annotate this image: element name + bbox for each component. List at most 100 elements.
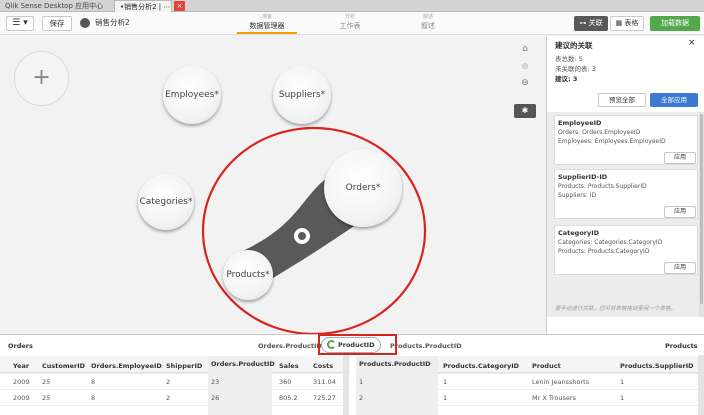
table-cell: 1: [443, 394, 448, 402]
tables-view-button[interactable]: ▦ 表格: [610, 16, 644, 31]
suggestion-card: SupplierID-ID Products: Products.Supplie…: [554, 169, 698, 219]
key-highlight-box: [318, 334, 397, 355]
tables-label: 表格: [624, 19, 639, 27]
table-cell: 2009: [13, 394, 30, 402]
left-table-scrollbar[interactable]: [343, 355, 349, 415]
right-table-scrollbar[interactable]: [698, 355, 704, 415]
table-cell: 25: [42, 378, 51, 386]
home-icon[interactable]: ⌂: [518, 42, 532, 56]
table-bubble-employees[interactable]: Employees*: [163, 66, 221, 124]
recommendations-icon[interactable]: ✱: [514, 104, 536, 118]
row-divider: [0, 373, 343, 374]
preview-right-table: Products: [665, 342, 698, 350]
panel-hint: 要手动进行关联，您可将表格拖动至另一个表格。: [555, 306, 677, 312]
association-canvas[interactable]: + Employees* Suppliers* Categories* Orde…: [0, 36, 545, 334]
nav-story-small: 叙述: [422, 14, 433, 20]
preview-all-button[interactable]: 预览全部: [598, 93, 646, 107]
table-cell: 2: [359, 394, 364, 402]
app-toolbar: ☰ ▾ 保存 销售分析2 准备 数据管理器 分析 工作表 叙述 叙述 ⊶ 关联 …: [0, 12, 704, 35]
row-divider: [356, 389, 698, 390]
preview-right-key: Products.ProductID: [390, 342, 462, 350]
associations-view-button[interactable]: ⊶ 关联: [574, 16, 608, 31]
suggestion-line: Categories: Categories.CategoryID: [558, 239, 663, 246]
add-data-button[interactable]: +: [14, 51, 69, 106]
table-cell: 8: [91, 394, 96, 402]
browser-tab-bar: Qlik Sense Desktop 应用中心 •销售分析2 | ⋯ ×: [0, 0, 704, 12]
suggestion-card: CategoryID Categories: Categories.Catego…: [554, 225, 698, 275]
close-icon[interactable]: ×: [174, 1, 185, 11]
association-links: [201, 126, 427, 334]
preview-left-table: Orders: [8, 342, 33, 350]
nav-story-label: 叙述: [421, 22, 435, 30]
table-bubble-label: Orders*: [345, 183, 381, 193]
table-cell: 25: [42, 394, 51, 402]
nav-analyze-small: 分析: [344, 14, 355, 20]
zoom-in-icon[interactable]: ⊕: [518, 60, 532, 74]
table-cell: Mr X Trousers: [532, 394, 576, 402]
table-cell: 8: [91, 378, 96, 386]
apply-button[interactable]: 应用: [664, 206, 696, 218]
stat-total-tables: 表总数: 5: [555, 55, 583, 63]
suggestion-line: Products: Products.SupplierID: [558, 183, 647, 190]
nav-prepare[interactable]: 准备 数据管理器: [237, 14, 297, 34]
link-icon: ⊶: [579, 19, 589, 27]
stat-suggestions: 建议: 3: [555, 75, 578, 83]
column-header: Year: [13, 362, 30, 370]
table-cell: 2: [166, 378, 171, 386]
table-cell: 311.04: [313, 378, 336, 386]
link-node: [298, 232, 306, 240]
panel-scrollbar-thumb[interactable]: [700, 114, 703, 304]
table-cell: 23: [211, 378, 220, 386]
nav-analyze[interactable]: 分析 工作表: [320, 14, 380, 34]
suggestion-title: CategoryID: [558, 229, 600, 237]
zoom-out-icon[interactable]: ⊖: [518, 76, 532, 90]
stat-unassociated: 未关联的表: 3: [555, 65, 596, 73]
column-header: Orders.EmployeeID: [91, 362, 162, 370]
tab-app[interactable]: •销售分析2 | ⋯: [114, 0, 172, 12]
table-cell: 1: [620, 394, 625, 402]
preview-left-key: Orders.ProductID: [258, 342, 322, 350]
tab-hub[interactable]: Qlik Sense Desktop 应用中心: [0, 0, 113, 12]
table-bubble-suppliers[interactable]: Suppliers*: [273, 66, 331, 124]
column-header: Costs: [313, 362, 334, 370]
table-cell: 26: [211, 394, 220, 402]
table-cell: 2009: [13, 378, 30, 386]
column-header: Products.ProductID: [359, 360, 431, 368]
column-header: Sales: [279, 362, 299, 370]
table-bubble-products[interactable]: Products*: [223, 250, 273, 300]
nav-analyze-label: 工作表: [339, 22, 361, 30]
table-bubble-label: Categories*: [139, 197, 193, 207]
app-name: 销售分析2: [95, 18, 130, 27]
nav-story[interactable]: 叙述 叙述: [398, 14, 458, 34]
column-header: Products.CategoryID: [443, 362, 520, 370]
row-divider: [0, 389, 343, 390]
table-bubble-orders[interactable]: Orders*: [324, 149, 402, 227]
panel-title: 建议的关联: [555, 41, 593, 50]
table-cell: 805.2: [279, 394, 298, 402]
table-cell: 2: [166, 394, 171, 402]
apply-button[interactable]: 应用: [664, 262, 696, 274]
load-data-button[interactable]: 加载数据: [650, 16, 700, 31]
column-header: Orders.ProductID: [211, 360, 275, 368]
table-cell: 1: [443, 378, 448, 386]
save-button[interactable]: 保存: [42, 16, 72, 31]
suggestion-line: Products: Products.CategoryID: [558, 248, 650, 255]
column-header: Product: [532, 362, 561, 370]
close-icon[interactable]: ×: [688, 38, 696, 48]
apply-all-button[interactable]: 全部应用: [650, 93, 698, 107]
table-bubble-categories[interactable]: Categories*: [138, 174, 194, 230]
table-bubble-label: Suppliers*: [278, 90, 326, 100]
suggestion-line: Orders: Orders.EmployeeID: [558, 129, 641, 136]
table-cell: Lenin Jeansshorts: [532, 378, 590, 386]
table-cell: 1: [359, 378, 364, 386]
suggestion-list: EmployeeID Orders: Orders.EmployeeID Emp…: [547, 112, 704, 317]
nav-prepare-small: 准备: [261, 14, 272, 20]
nav-prepare-label: 数据管理器: [249, 22, 285, 30]
table-cell: 725.27: [313, 394, 336, 402]
row-divider: [356, 405, 698, 406]
suggestion-line: Suppliers: ID: [558, 192, 597, 199]
global-menu-button[interactable]: ☰ ▾: [6, 16, 34, 31]
suggestion-title: SupplierID-ID: [558, 173, 608, 181]
recommendations-panel: 建议的关联 × 表总数: 5 未关联的表: 3 建议: 3 预览全部 全部应用 …: [546, 36, 704, 334]
apply-button[interactable]: 应用: [664, 152, 696, 164]
